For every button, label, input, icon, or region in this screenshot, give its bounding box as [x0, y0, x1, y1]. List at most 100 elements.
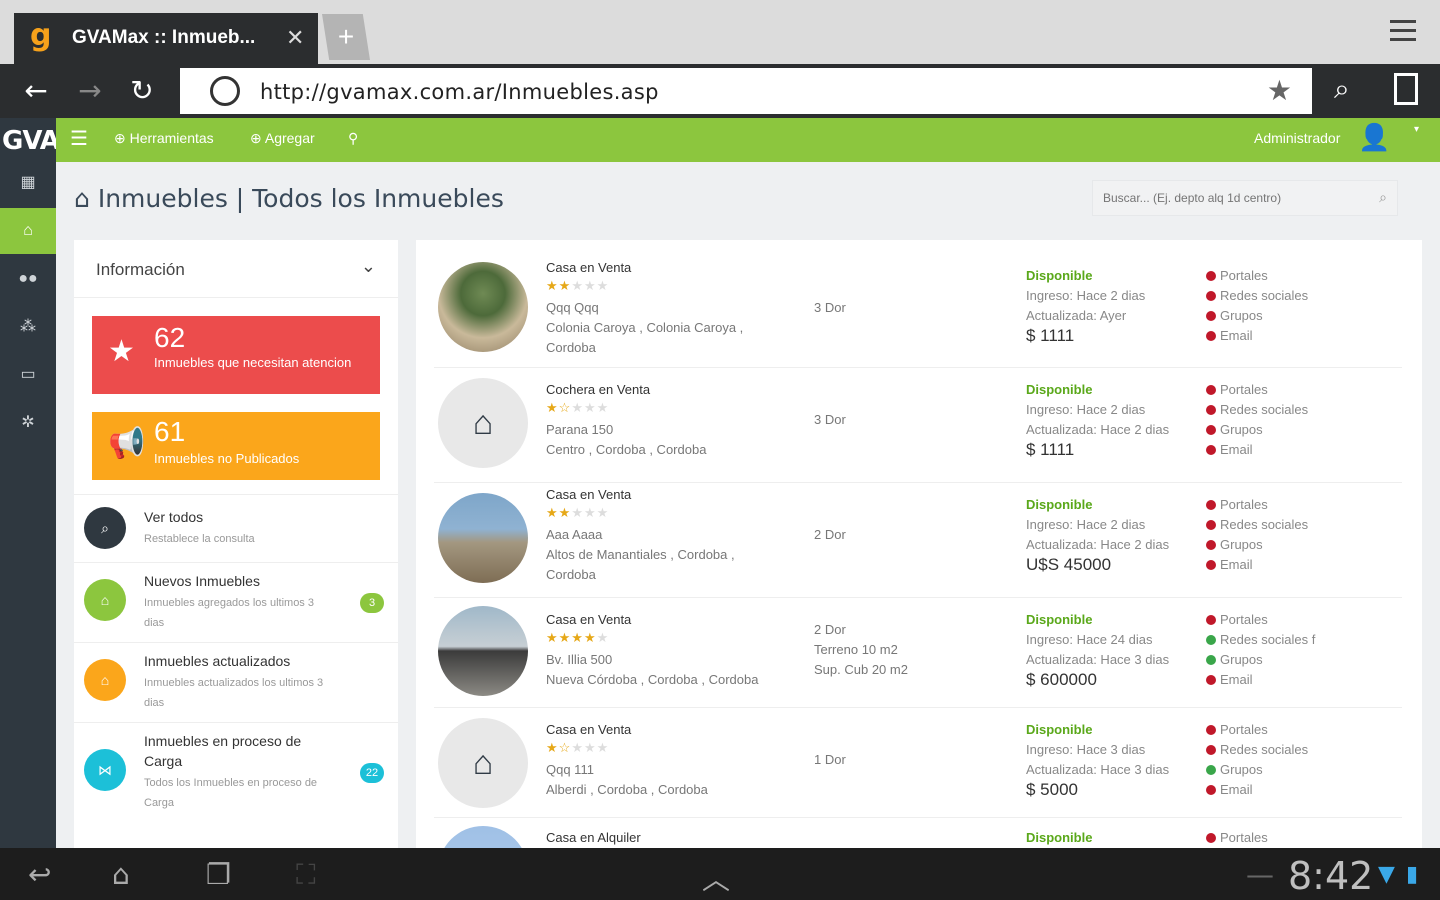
url-bar[interactable]: http://gvamax.com.ar/Inmuebles.asp ★	[180, 68, 1312, 114]
tools-menu[interactable]: ⊕ Herramientas	[114, 130, 214, 147]
property-address: Colonia Caroya , Colonia Caroya ,	[546, 320, 744, 335]
bookmarks-icon[interactable]	[1394, 73, 1418, 105]
url-text[interactable]: http://gvamax.com.ar/Inmuebles.asp	[260, 80, 659, 104]
channel-redes[interactable]: Redes sociales	[1206, 742, 1308, 757]
recent-apps-icon[interactable]: ❐	[206, 858, 231, 891]
property-address: Nueva Córdoba , Cordoba , Cordoba	[546, 672, 759, 687]
status-badge: Disponible	[1026, 612, 1093, 627]
property-name: Qqq 111	[546, 762, 594, 777]
property-row[interactable]: Casa en Alquiler Disponible Portales	[434, 818, 1402, 848]
system-clock[interactable]: 8:42	[1288, 854, 1373, 898]
chevron-up-icon[interactable]: ︿	[702, 858, 730, 898]
channel-email[interactable]: Email	[1206, 442, 1253, 457]
price: $ 5000	[1026, 780, 1078, 799]
property-type[interactable]: Casa en Venta	[546, 260, 631, 275]
plus-circle-icon: ⊕	[114, 130, 130, 146]
channel-portales[interactable]: Portales	[1206, 497, 1268, 512]
channel-redes[interactable]: Redes sociales	[1206, 288, 1308, 303]
channel-grupos[interactable]: Grupos	[1206, 762, 1263, 777]
channel-redes[interactable]: Redes sociales f	[1206, 632, 1315, 647]
home-icon: ⌂	[84, 659, 126, 701]
channel-email[interactable]: Email	[1206, 782, 1253, 797]
covered-area: Sup. Cub 20 m2	[814, 662, 908, 677]
home-icon[interactable]: ⌂	[112, 858, 130, 891]
forward-arrow-icon[interactable]: →	[70, 74, 110, 108]
attention-stat-card[interactable]: ★ 62 Inmuebles que necesitan atencion	[92, 316, 380, 394]
search-icon[interactable]: ⌕	[1334, 73, 1350, 106]
network-icon[interactable]: ⁂	[0, 304, 56, 350]
user-name[interactable]: Administrador	[1254, 130, 1340, 146]
row-title: Inmuebles en proceso de Carga	[144, 733, 302, 769]
hamburger-menu-icon[interactable]: ☰	[70, 126, 88, 151]
channel-email[interactable]: Email	[1206, 557, 1253, 572]
browser-menu-icon[interactable]	[1390, 20, 1418, 44]
property-address-2: Cordoba	[546, 567, 596, 582]
page-title: ⌂ Inmuebles | Todos los Inmuebles	[74, 184, 504, 213]
channel-portales[interactable]: Portales	[1206, 612, 1268, 627]
updated-date: Actualizada: Hace 3 dias	[1026, 652, 1170, 667]
chevron-down-icon[interactable]: ⌄	[361, 256, 376, 277]
facebook-icon[interactable]: f	[1312, 632, 1316, 647]
list-item-updated[interactable]: ⌂ Inmuebles actualizados Inmuebles actua…	[74, 642, 398, 722]
bookmark-star-icon[interactable]: ★	[1267, 74, 1292, 107]
users-icon[interactable]: ●●	[0, 256, 56, 302]
bedrooms: 1 Dor	[814, 752, 846, 767]
channel-grupos[interactable]: Grupos	[1206, 308, 1263, 323]
search-icon[interactable]: ⌕	[1379, 189, 1387, 206]
channel-portales[interactable]: Portales	[1206, 722, 1268, 737]
browser-tab[interactable]: g GVAMax :: Inmueb... ✕	[14, 13, 318, 64]
property-type[interactable]: Casa en Venta	[546, 722, 631, 737]
home-icon: ⌂	[84, 579, 126, 621]
row-title: Nuevos Inmuebles	[144, 573, 260, 589]
unpublished-stat-card[interactable]: 📢 61 Inmuebles no Publicados	[92, 412, 380, 480]
screenshot-icon[interactable]: ⛶	[296, 858, 316, 892]
channel-grupos[interactable]: Grupos	[1206, 652, 1263, 667]
property-type[interactable]: Casa en Alquiler	[546, 830, 641, 845]
channel-redes[interactable]: Redes sociales	[1206, 517, 1308, 532]
channel-email[interactable]: Email	[1206, 328, 1253, 343]
dashboard-icon[interactable]: ▦	[0, 160, 56, 206]
back-arrow-icon[interactable]: ←	[16, 74, 56, 108]
search-input[interactable]	[1093, 181, 1363, 215]
calendar-icon[interactable]: ▭	[0, 352, 56, 398]
channel-grupos[interactable]: Grupos	[1206, 422, 1263, 437]
user-caret-icon[interactable]: ▾	[1414, 124, 1419, 135]
search-icon: ⌕	[84, 507, 126, 549]
add-menu[interactable]: ⊕ Agregar	[250, 130, 315, 147]
property-photo[interactable]	[438, 606, 528, 696]
property-photo[interactable]	[438, 262, 528, 352]
property-photo[interactable]	[438, 493, 528, 583]
channel-redes[interactable]: Redes sociales	[1206, 402, 1308, 417]
property-photo[interactable]	[438, 826, 528, 848]
info-header[interactable]: Información ⌄	[74, 240, 398, 298]
house-placeholder-icon[interactable]: ⌂	[438, 718, 528, 808]
property-row[interactable]: Casa en Venta ★★★★★ Aaa Aaaa Altos de Ma…	[434, 483, 1402, 598]
property-row[interactable]: Casa en Venta ★★★★★ Bv. Illia 500 Nueva …	[434, 598, 1402, 708]
gear-icon[interactable]: ✲	[0, 400, 56, 446]
new-tab-button[interactable]: +	[322, 14, 370, 60]
property-row[interactable]: ⌂ Casa en Venta ★☆★★★ Qqq 111 Alberdi , …	[434, 708, 1402, 818]
list-item-new[interactable]: ⌂ Nuevos Inmuebles Inmuebles agregados l…	[74, 562, 398, 642]
channel-portales[interactable]: Portales	[1206, 830, 1268, 845]
channel-grupos[interactable]: Grupos	[1206, 537, 1263, 552]
map-pin-icon[interactable]: ⚲	[348, 130, 358, 147]
unpublished-label: Inmuebles no Publicados	[154, 451, 300, 466]
channel-portales[interactable]: Portales	[1206, 382, 1268, 397]
tab-close-icon[interactable]: ✕	[286, 25, 304, 51]
reload-icon[interactable]: ↻	[122, 74, 162, 108]
app-logo[interactable]: GVA	[2, 126, 60, 156]
house-placeholder-icon[interactable]: ⌂	[438, 378, 528, 468]
channel-portales[interactable]: Portales	[1206, 268, 1268, 283]
updated-date: Actualizada: Hace 2 dias	[1026, 537, 1170, 552]
list-item-view-all[interactable]: ⌕ Ver todos Restablece la consulta	[74, 494, 398, 562]
back-icon[interactable]: ↩	[28, 858, 51, 891]
property-type[interactable]: Casa en Venta	[546, 487, 631, 502]
property-type[interactable]: Casa en Venta	[546, 612, 631, 627]
property-type[interactable]: Cochera en Venta	[546, 382, 650, 397]
list-item-loading[interactable]: ⋈ Inmuebles en proceso de Carga Todos lo…	[74, 722, 398, 820]
channel-email[interactable]: Email	[1206, 672, 1253, 687]
property-row[interactable]: Casa en Venta ★★★★★ Qqq Qqq Colonia Caro…	[434, 240, 1402, 368]
property-row[interactable]: ⌂ Cochera en Venta ★☆★★★ Parana 150 Cent…	[434, 368, 1402, 483]
home-icon[interactable]: ⌂	[0, 208, 56, 254]
user-avatar-icon[interactable]: 👤	[1358, 122, 1390, 153]
